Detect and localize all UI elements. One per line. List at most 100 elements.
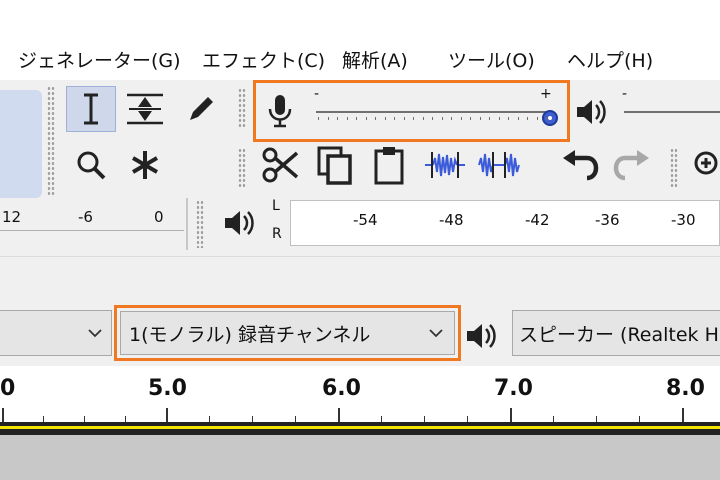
- cut-button[interactable]: [256, 142, 306, 188]
- toolbar-grip[interactable]: [238, 88, 246, 128]
- timeline-major-tick: [166, 408, 168, 422]
- slider-tick: [375, 117, 376, 120]
- envelope-tool-button[interactable]: [120, 86, 170, 132]
- menu-generator[interactable]: ジェネレーター(G): [18, 46, 181, 73]
- menu-help[interactable]: ヘルプ(H): [567, 46, 653, 73]
- clipboard-icon: [374, 147, 404, 185]
- undo-icon: [563, 150, 599, 181]
- timeline-major-tick: [510, 408, 512, 422]
- record-volume-max-label: +: [540, 86, 552, 102]
- track-area[interactable]: [0, 435, 720, 480]
- trim-waveform-icon: [425, 152, 465, 178]
- playback-level-meter[interactable]: -54 -48 -42 -36 -30: [290, 200, 720, 246]
- slider-tick: [517, 117, 519, 120]
- audio-host-select[interactable]: [0, 310, 112, 356]
- speaker-icon: [225, 211, 254, 235]
- zoom-in-icon: [694, 151, 718, 175]
- playback-meter-button[interactable]: [214, 200, 264, 246]
- record-volume-thumb[interactable]: [542, 110, 558, 126]
- record-volume-min-label: -: [314, 86, 320, 102]
- timeline-label: 8.0: [666, 376, 705, 401]
- slider-tick: [441, 117, 443, 120]
- slider-tick: [479, 117, 481, 120]
- recording-channels-select[interactable]: 1(モノラル) 録音チャンネル: [120, 311, 455, 355]
- envelope-icon: [127, 93, 163, 125]
- timeline-label: 6.0: [322, 376, 361, 401]
- timeline-major-tick: [682, 408, 684, 422]
- record-volume-slider[interactable]: [316, 111, 550, 113]
- playback-volume-slider[interactable]: [624, 111, 720, 113]
- zoom-in-button[interactable]: [684, 142, 720, 188]
- i-beam-icon: [84, 93, 98, 125]
- meter-scale-label: -30: [671, 211, 696, 229]
- meter-scale-label: -6: [78, 208, 93, 226]
- meter-scale-label: -48: [439, 211, 464, 229]
- meter-scale-label: -54: [353, 211, 378, 229]
- undo-button[interactable]: [556, 142, 606, 188]
- slider-tick: [451, 117, 452, 120]
- timeline-label: 0: [0, 376, 16, 401]
- recording-channels-value: 1(モノラル) 録音チャンネル: [129, 323, 371, 346]
- timeline-label: 7.0: [494, 376, 533, 401]
- empty-toolbar-strip: [0, 256, 720, 301]
- magnifier-icon: [77, 151, 106, 180]
- chevron-down-icon: [429, 329, 443, 338]
- copy-icon: [317, 146, 352, 185]
- menu-tools[interactable]: ツール(O): [448, 46, 535, 73]
- slider-tick: [394, 117, 395, 120]
- paste-button[interactable]: [364, 142, 414, 188]
- toolbar-divider: [186, 198, 188, 250]
- record-meter-scale: 12 -6 0: [0, 200, 184, 231]
- slider-tick: [498, 117, 500, 120]
- output-speaker-icon: [464, 316, 504, 356]
- zoom-tool-button[interactable]: [66, 142, 116, 188]
- slider-tick: [527, 117, 528, 120]
- toolbar-grip[interactable]: [670, 148, 678, 188]
- transport-panel-edge: [0, 90, 42, 198]
- scissors-icon: [262, 147, 299, 183]
- slider-tick: [422, 117, 424, 120]
- slider-tick: [337, 117, 338, 120]
- slider-tick: [365, 117, 367, 120]
- meter-scale-label: 0: [154, 208, 164, 226]
- meter-scale-label: -42: [525, 211, 550, 229]
- menu-bar: ジェネレーター(G) エフェクト(C) 解析(A) ツール(O) ヘルプ(H): [0, 0, 720, 80]
- playback-speaker-icon[interactable]: [574, 92, 610, 132]
- slider-tick: [384, 117, 386, 120]
- toolbar-grip[interactable]: [196, 200, 204, 248]
- slider-tick: [318, 117, 319, 120]
- redo-icon: [613, 150, 649, 181]
- draw-tool-button[interactable]: [176, 86, 226, 132]
- slider-tick: [413, 117, 414, 120]
- toolbar-grip[interactable]: [47, 86, 55, 196]
- slider-tick: [546, 117, 547, 120]
- copy-button[interactable]: [310, 142, 360, 188]
- multi-tool-button[interactable]: [120, 142, 170, 188]
- meter-scale-label: -36: [595, 211, 620, 229]
- asterisk-icon: [131, 151, 159, 179]
- slider-tick: [356, 117, 357, 120]
- slider-tick: [327, 117, 329, 120]
- timeline-major-tick: [338, 408, 340, 422]
- playback-volume-min-label: -: [622, 86, 628, 102]
- menu-analyze[interactable]: 解析(A): [342, 46, 408, 73]
- playback-device-value: スピーカー (Realtek H: [519, 323, 719, 346]
- trim-audio-button[interactable]: [420, 142, 470, 188]
- silence-waveform-icon: [478, 152, 520, 178]
- microphone-icon[interactable]: [264, 90, 296, 132]
- slider-tick: [536, 117, 538, 120]
- playback-device-select[interactable]: スピーカー (Realtek H: [512, 310, 720, 356]
- chevron-down-icon: [88, 329, 102, 338]
- slider-tick: [470, 117, 471, 120]
- selection-tool-button[interactable]: [66, 86, 116, 132]
- channel-left-label: L: [272, 198, 280, 214]
- channel-right-label: R: [272, 226, 282, 242]
- redo-button[interactable]: [606, 142, 656, 188]
- slider-tick: [489, 117, 490, 120]
- pencil-icon: [190, 97, 213, 120]
- slider-tick: [432, 117, 433, 120]
- timeline-label: 5.0: [148, 376, 187, 401]
- menu-effect[interactable]: エフェクト(C): [202, 46, 325, 73]
- toolbar-grip[interactable]: [238, 148, 246, 188]
- silence-audio-button[interactable]: [474, 142, 524, 188]
